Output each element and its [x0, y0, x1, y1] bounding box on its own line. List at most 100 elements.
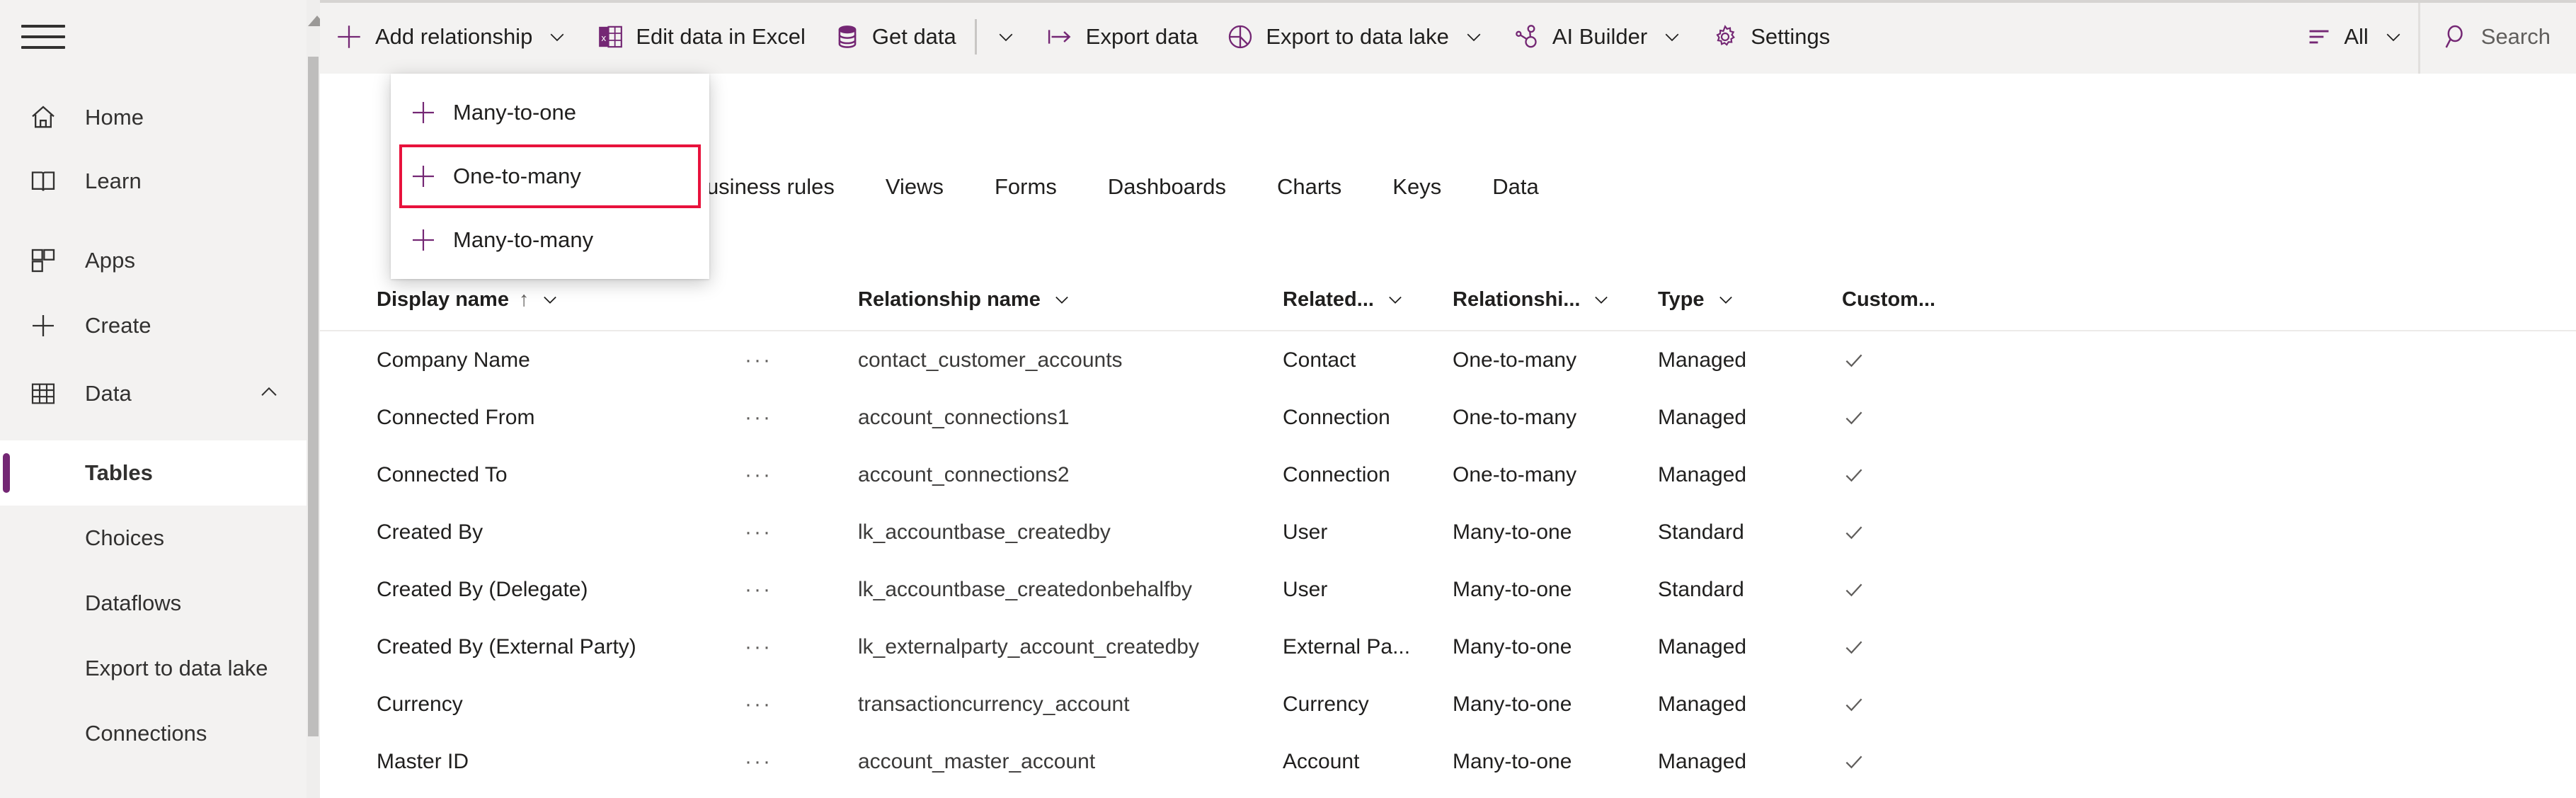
- table-icon: [21, 380, 65, 408]
- search-icon: [2442, 23, 2470, 51]
- sidebar-item-learn[interactable]: Learn: [0, 149, 318, 214]
- row-actions-button[interactable]: ···: [745, 692, 858, 717]
- check-icon: [1842, 692, 1866, 717]
- table-row[interactable]: Created By (Delegate) ··· lk_accountbase…: [320, 561, 2576, 618]
- chevron-down-icon[interactable]: [1591, 290, 1611, 309]
- tab-charts[interactable]: Charts: [1277, 174, 1341, 211]
- tab-data[interactable]: Data: [1492, 174, 1538, 211]
- cell-relationship-name: lk_accountbase_createdby: [858, 520, 1111, 544]
- ai-builder-button[interactable]: AI Builder: [1499, 0, 1697, 74]
- tab-views[interactable]: Views: [886, 174, 944, 211]
- column-header-relationship-type[interactable]: Relationshi...: [1453, 288, 1658, 312]
- hamburger-bar: [21, 25, 65, 28]
- plus-icon: [409, 162, 437, 190]
- cell-custom: [1842, 348, 1983, 372]
- hamburger-bar: [21, 35, 65, 38]
- cell-related: Currency: [1283, 692, 1369, 716]
- table-row[interactable]: Created By (External Party) ··· lk_exter…: [320, 618, 2576, 676]
- menu-item-many-to-many[interactable]: Many-to-many: [391, 208, 709, 272]
- table-row[interactable]: Company Name ··· contact_customer_accoun…: [320, 331, 2576, 389]
- chevron-down-icon[interactable]: [1661, 26, 1683, 47]
- sidebar-item-label: Create: [85, 313, 151, 338]
- sidebar-scrollbar[interactable]: [307, 0, 326, 798]
- cell-relationship-type: One-to-many: [1453, 462, 1577, 486]
- cell-display-name: Master ID: [377, 749, 469, 773]
- chevron-down-icon[interactable]: [1463, 26, 1484, 47]
- more-options-icon: ···: [745, 520, 772, 544]
- cell-related: Account: [1283, 749, 1360, 773]
- sidebar-item-tables[interactable]: Tables: [0, 440, 318, 506]
- apps-icon: [21, 246, 65, 275]
- get-data-button[interactable]: Get data: [820, 0, 971, 74]
- column-header-relationship-name[interactable]: Relationship name: [858, 288, 1283, 312]
- sidebar-item-export-to-data-lake[interactable]: Export to data lake: [0, 636, 318, 701]
- row-actions-button[interactable]: ···: [745, 635, 858, 659]
- chevron-up-icon[interactable]: [257, 380, 281, 408]
- filter-icon: [2306, 23, 2332, 50]
- row-actions-button[interactable]: ···: [745, 750, 858, 774]
- sidebar-item-dataflows[interactable]: Dataflows: [0, 571, 318, 636]
- tab-label: Views: [885, 174, 944, 199]
- column-header-custom[interactable]: Custom...: [1842, 288, 1983, 312]
- chevron-down-icon[interactable]: [2383, 26, 2404, 47]
- export-to-data-lake-button[interactable]: Export to data lake: [1212, 0, 1499, 74]
- menu-item-one-to-many[interactable]: One-to-many: [399, 144, 701, 208]
- check-icon: [1842, 635, 1866, 659]
- add-relationship-button[interactable]: Add relationship: [320, 0, 582, 74]
- sidebar-item-connections[interactable]: Connections: [0, 701, 318, 766]
- table-row[interactable]: Connected To ··· account_connections2 Co…: [320, 446, 2576, 503]
- edit-data-in-excel-button[interactable]: x Edit data in Excel: [582, 0, 820, 74]
- check-icon: [1842, 750, 1866, 774]
- tab-dashboards[interactable]: Dashboards: [1108, 174, 1226, 211]
- row-actions-button[interactable]: ···: [745, 463, 858, 487]
- home-icon: [21, 103, 65, 132]
- column-header-type[interactable]: Type: [1658, 288, 1842, 312]
- table-row[interactable]: Created By ··· lk_accountbase_createdby …: [320, 503, 2576, 561]
- table-row[interactable]: Currency ··· transactioncurrency_account…: [320, 676, 2576, 733]
- cell-relationship-name: account_master_account: [858, 749, 1096, 773]
- row-actions-button[interactable]: ···: [745, 406, 858, 430]
- get-data-overflow-button[interactable]: [981, 0, 1031, 74]
- scrollbar-thumb[interactable]: [308, 57, 319, 736]
- export-data-button[interactable]: Export data: [1031, 0, 1213, 74]
- chevron-down-icon[interactable]: [540, 290, 560, 309]
- table-row[interactable]: Master ID ··· account_master_account Acc…: [320, 733, 2576, 790]
- sort-ascending-icon: ↑: [518, 287, 529, 311]
- row-actions-button[interactable]: ···: [745, 578, 858, 602]
- hamburger-icon[interactable]: [21, 18, 65, 55]
- sidebar-item-create[interactable]: Create: [0, 293, 318, 358]
- svg-text:x: x: [602, 33, 607, 43]
- cell-custom: [1842, 520, 1983, 545]
- menu-item-many-to-one[interactable]: Many-to-one: [391, 81, 709, 144]
- table-row[interactable]: Connected From ··· account_connections1 …: [320, 389, 2576, 446]
- tab-label: Forms: [995, 174, 1057, 199]
- chevron-down-icon[interactable]: [1385, 290, 1405, 309]
- cell-display-name: Created By: [377, 520, 483, 544]
- tab-forms[interactable]: Forms: [995, 174, 1057, 211]
- chevron-down-icon[interactable]: [546, 26, 568, 47]
- sidebar-item-apps[interactable]: Apps: [0, 228, 318, 293]
- chevron-down-icon[interactable]: [995, 26, 1017, 47]
- tab-label: Keys: [1392, 174, 1442, 199]
- tab-business-rules[interactable]: Business rules: [692, 174, 835, 211]
- column-label: Related...: [1283, 287, 1374, 311]
- column-header-display-name[interactable]: Display name ↑: [320, 288, 745, 312]
- check-icon: [1842, 578, 1866, 602]
- cell-custom: [1842, 578, 1983, 602]
- more-options-icon: ···: [745, 577, 772, 601]
- filter-all-button[interactable]: All: [2291, 0, 2417, 74]
- cell-display-name: Connected To: [377, 462, 508, 486]
- cell-type: Managed: [1658, 634, 1747, 659]
- settings-button[interactable]: Settings: [1697, 0, 1844, 74]
- tab-keys[interactable]: Keys: [1392, 174, 1441, 211]
- chevron-down-icon[interactable]: [1716, 290, 1736, 309]
- column-header-related[interactable]: Related...: [1283, 288, 1453, 312]
- sidebar-item-home[interactable]: Home: [0, 85, 318, 150]
- search-input[interactable]: Search: [2417, 0, 2576, 74]
- row-actions-button[interactable]: ···: [745, 348, 858, 372]
- sidebar-item-data[interactable]: Data: [0, 361, 318, 426]
- sidebar-item-choices[interactable]: Choices: [0, 506, 318, 571]
- check-icon: [1842, 348, 1866, 372]
- chevron-down-icon[interactable]: [1052, 290, 1072, 309]
- row-actions-button[interactable]: ···: [745, 520, 858, 545]
